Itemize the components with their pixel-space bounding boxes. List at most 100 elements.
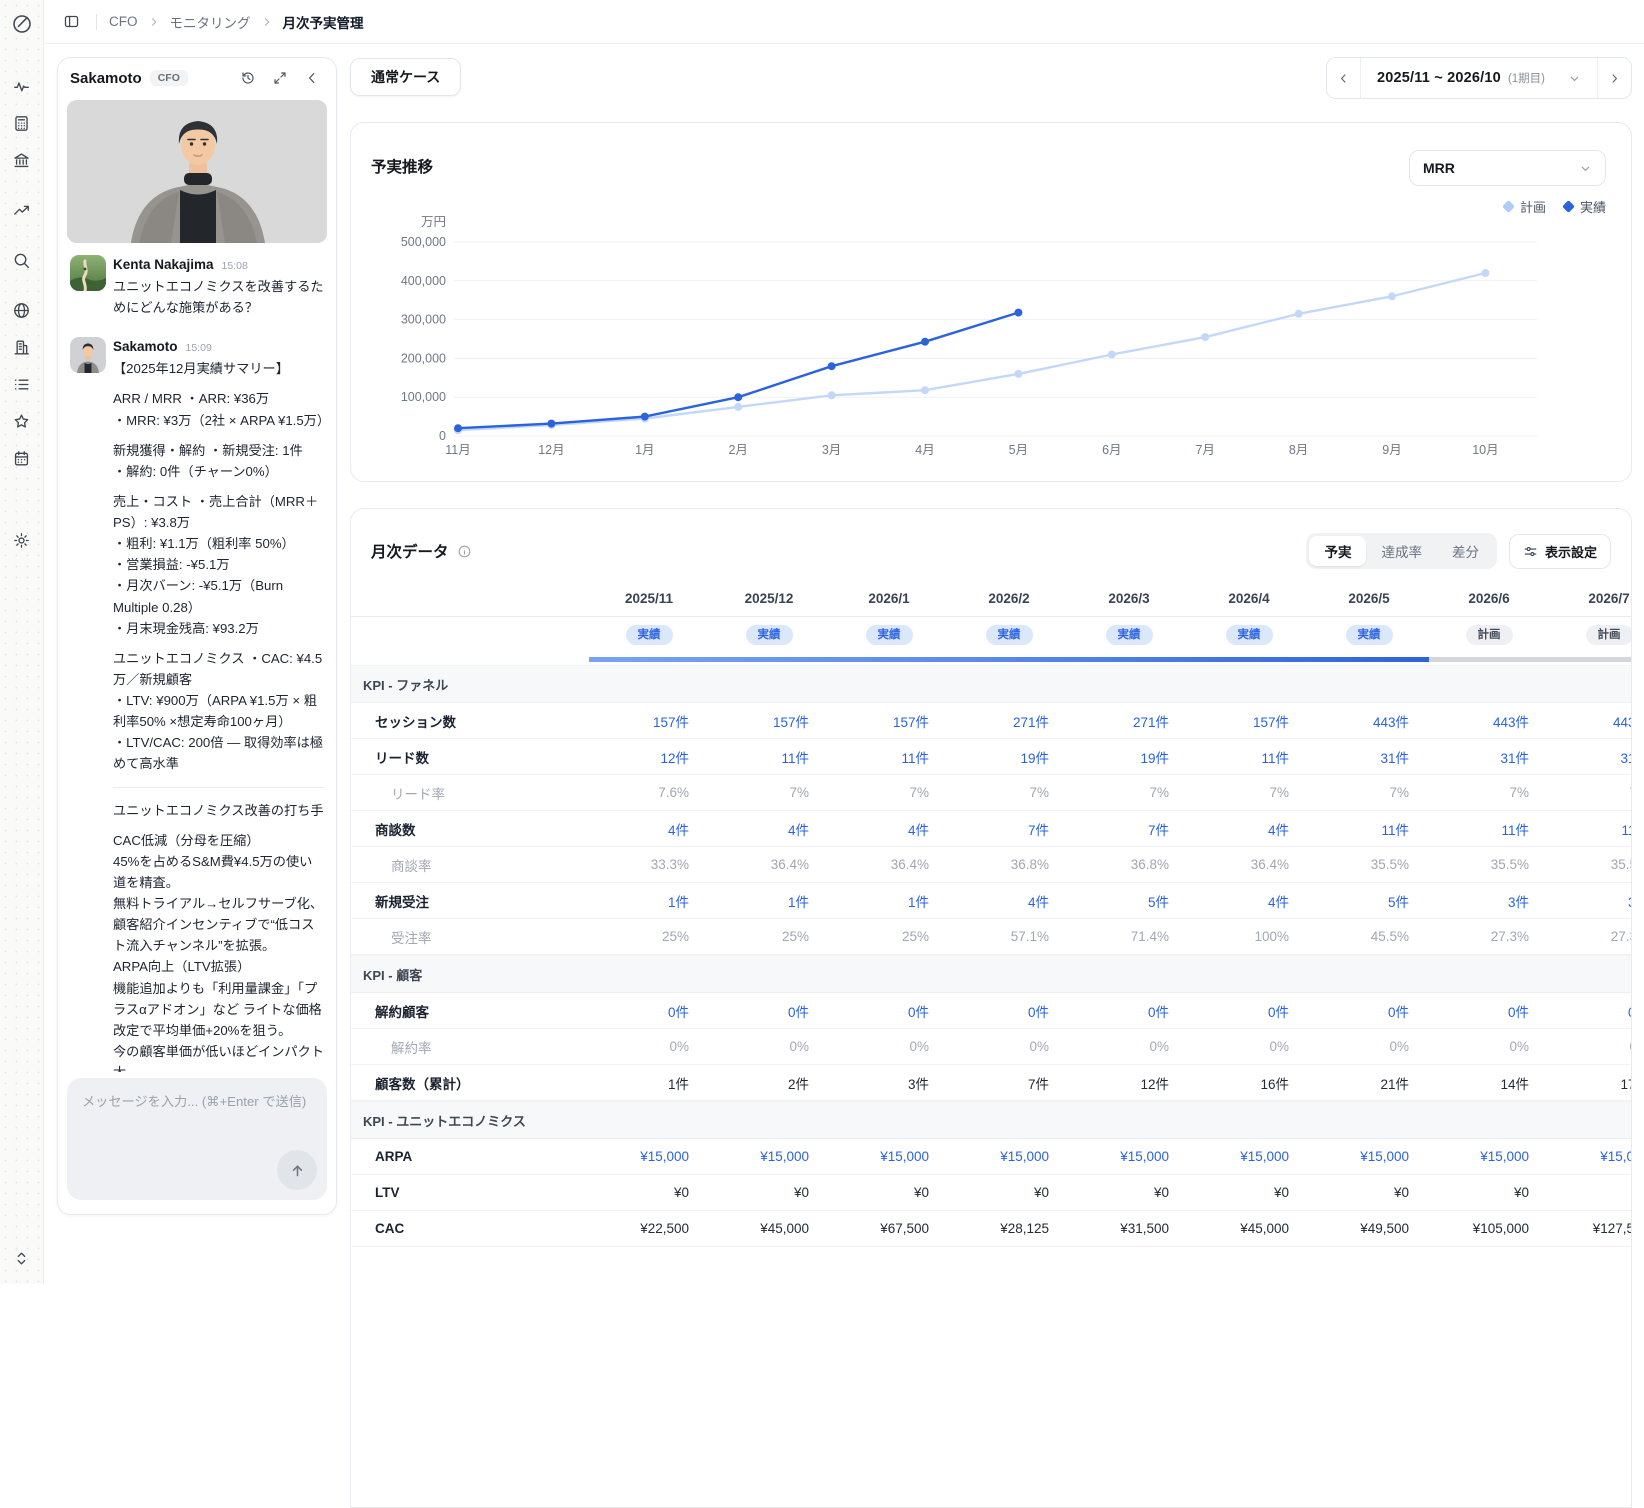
table-cell[interactable]: 1件 <box>709 891 829 911</box>
table-cell[interactable]: 4件 <box>1189 891 1309 911</box>
table-cell[interactable]: 0件 <box>1549 1001 1632 1021</box>
table-cell[interactable]: ¥15,000 <box>949 1149 1069 1164</box>
building-icon[interactable] <box>8 333 36 361</box>
table-cell[interactable]: 0件 <box>1189 1001 1309 1021</box>
calculator-icon[interactable] <box>8 109 36 137</box>
table-cell[interactable]: ¥15,000 <box>709 1149 829 1164</box>
table-cell: ¥28,125 <box>949 1221 1069 1236</box>
table-cell[interactable]: 31件 <box>1549 747 1632 767</box>
table-cell[interactable]: 4件 <box>709 819 829 839</box>
table-cell[interactable]: 0件 <box>949 1001 1069 1021</box>
table-cell: ¥49,500 <box>1309 1221 1429 1236</box>
table-cell[interactable]: 12件 <box>589 747 709 767</box>
table-cell[interactable]: 443件 <box>1309 711 1429 731</box>
table-cell[interactable]: ¥15,000 <box>1069 1149 1189 1164</box>
table-cell[interactable]: ¥15,000 <box>1309 1149 1429 1164</box>
collapse-panel-icon[interactable] <box>300 66 324 90</box>
table-cell: 0% <box>709 1039 829 1054</box>
display-settings-button[interactable]: 表示設定 <box>1509 534 1611 569</box>
table-cell[interactable]: 3件 <box>1429 891 1549 911</box>
svg-text:1月: 1月 <box>635 443 654 457</box>
table-cell[interactable]: 0件 <box>1309 1001 1429 1021</box>
table-cell[interactable]: ¥15,000 <box>1189 1149 1309 1164</box>
table-row: CAC¥22,500¥45,000¥67,500¥28,125¥31,500¥4… <box>351 1211 1632 1247</box>
table-cell[interactable]: 1件 <box>589 891 709 911</box>
table-cell[interactable]: 11件 <box>1549 819 1632 839</box>
table-cell[interactable]: 0件 <box>1069 1001 1189 1021</box>
scenario-button[interactable]: 通常ケース <box>350 58 461 96</box>
table-cell[interactable]: 4件 <box>829 819 949 839</box>
table-cell: ¥0 <box>829 1185 949 1200</box>
table-cell[interactable]: 0件 <box>829 1001 949 1021</box>
info-icon[interactable] <box>457 544 472 559</box>
table-cell[interactable]: 19件 <box>1069 747 1189 767</box>
table-cell[interactable]: 11件 <box>829 747 949 767</box>
collapse-icon[interactable] <box>8 1244 36 1272</box>
table-cell[interactable]: ¥15,000 <box>1549 1149 1632 1164</box>
table-cell[interactable]: 4件 <box>589 819 709 839</box>
globe-icon[interactable] <box>8 296 36 324</box>
table-cell[interactable]: 31件 <box>1429 747 1549 767</box>
table-cell: 3件 <box>829 1073 949 1093</box>
table-cell: 45.5% <box>1309 929 1429 944</box>
table-cell[interactable]: 31件 <box>1309 747 1429 767</box>
table-cell[interactable]: 271件 <box>949 711 1069 731</box>
table-cell[interactable]: 11件 <box>1189 747 1309 767</box>
svg-text:8月: 8月 <box>1289 443 1308 457</box>
previous-period-button[interactable] <box>1327 58 1360 98</box>
table-cell[interactable]: 157件 <box>829 711 949 731</box>
table-cell[interactable]: 1件 <box>829 891 949 911</box>
table-cell[interactable]: 11件 <box>1429 819 1549 839</box>
message-timestamp: 15:08 <box>222 260 248 272</box>
table-cell[interactable]: 7件 <box>1069 819 1189 839</box>
expand-icon[interactable] <box>268 66 292 90</box>
table-cell[interactable]: 443件 <box>1549 711 1632 731</box>
breadcrumb-item-cfo[interactable]: CFO <box>109 14 138 29</box>
table-cell[interactable]: 7件 <box>949 819 1069 839</box>
table-cell[interactable]: 0件 <box>709 1001 829 1021</box>
table-cell[interactable]: ¥15,000 <box>829 1149 949 1164</box>
table-cell[interactable]: 5件 <box>1309 891 1429 911</box>
table-cell[interactable]: 11件 <box>1309 819 1429 839</box>
trending-up-icon[interactable] <box>8 196 36 224</box>
history-icon[interactable] <box>236 66 260 90</box>
metric-select[interactable]: MRR <box>1409 150 1606 186</box>
table-cell[interactable]: 4件 <box>1189 819 1309 839</box>
table-cell[interactable]: 271件 <box>1069 711 1189 731</box>
table-cell[interactable]: 157件 <box>589 711 709 731</box>
table-cell: 7.6% <box>589 785 709 800</box>
tab-差分[interactable]: 差分 <box>1437 536 1494 566</box>
calendar-icon[interactable] <box>8 444 36 472</box>
list-icon[interactable] <box>8 370 36 398</box>
search-icon[interactable] <box>8 246 36 274</box>
table-cell[interactable]: ¥15,000 <box>589 1149 709 1164</box>
table-cell[interactable]: 157件 <box>1189 711 1309 731</box>
settings-icon[interactable] <box>8 526 36 554</box>
logo-icon[interactable] <box>8 10 36 38</box>
tab-達成率[interactable]: 達成率 <box>1366 536 1437 566</box>
star-icon[interactable] <box>8 407 36 435</box>
svg-text:2月: 2月 <box>728 443 747 457</box>
table-cell[interactable]: 443件 <box>1429 711 1549 731</box>
period-dropdown[interactable]: 2025/11 ~ 2026/10 (1期目) <box>1360 58 1598 98</box>
chat-message-input[interactable]: メッセージを入力... (⌘+Enter で送信) <box>67 1078 327 1200</box>
table-cell[interactable]: 3件 <box>1549 891 1632 911</box>
breadcrumb-item-monitoring[interactable]: モニタリング <box>170 12 251 32</box>
next-period-button[interactable] <box>1598 58 1631 98</box>
table-cell[interactable]: 11件 <box>709 747 829 767</box>
table-cell[interactable]: 19件 <box>949 747 1069 767</box>
panel-left-toggle-icon[interactable] <box>58 9 84 35</box>
table-cell[interactable]: ¥15,000 <box>1429 1149 1549 1164</box>
table-cell[interactable]: 0件 <box>589 1001 709 1021</box>
tab-予実[interactable]: 予実 <box>1309 536 1366 566</box>
table-cell: ¥0 <box>1069 1185 1189 1200</box>
bank-icon[interactable] <box>8 146 36 174</box>
table-row-badges: 実績実績実績実績実績実績実績計画計画 <box>351 617 1632 653</box>
sliders-icon <box>1523 544 1538 559</box>
table-cell[interactable]: 4件 <box>949 891 1069 911</box>
table-cell[interactable]: 5件 <box>1069 891 1189 911</box>
table-cell[interactable]: 157件 <box>709 711 829 731</box>
table-cell[interactable]: 0件 <box>1429 1001 1549 1021</box>
send-message-button[interactable] <box>277 1150 317 1190</box>
activity-icon[interactable] <box>8 72 36 100</box>
